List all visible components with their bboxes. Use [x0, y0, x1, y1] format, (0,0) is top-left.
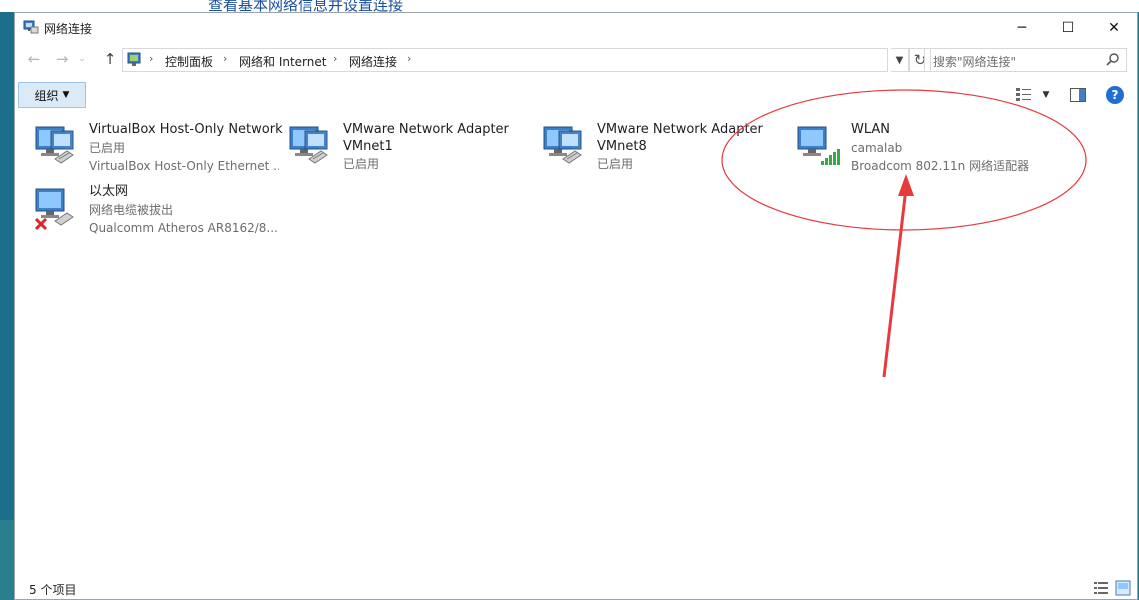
network-folder-icon [23, 19, 39, 35]
connection-status: 已启用 [343, 157, 380, 171]
address-dropdown-chevron-icon[interactable]: ▼ [891, 48, 909, 72]
list-item[interactable]: 以太网 网络电缆被拔出 Qualcomm Atheros AR8162/8... [33, 183, 283, 243]
connections-list: VirtualBox Host-Only Network 已启用 Virtual… [15, 115, 1137, 575]
address-input[interactable]: › 控制面板 › 网络和 Internet › 网络连接 › [122, 48, 888, 72]
disconnected-network-icon [33, 185, 81, 233]
breadcrumb-control-panel[interactable]: 控制面板 [165, 53, 213, 70]
preview-pane-icon[interactable] [1069, 85, 1087, 105]
connection-name: 以太网 [89, 184, 129, 199]
connection-name: WLAN [851, 122, 891, 137]
details-view-icon[interactable] [1093, 580, 1109, 596]
window-title: 网络连接 [44, 22, 93, 36]
recent-locations-chevron-icon[interactable]: ⌄ [75, 48, 89, 70]
breadcrumb-separator-icon[interactable]: › [149, 52, 153, 65]
connection-name: VMware Network Adapter [343, 122, 509, 137]
minimize-button[interactable]: ─ [999, 13, 1045, 43]
close-button[interactable]: ✕ [1091, 13, 1137, 43]
command-bar: 组织 ▼ ▼ ? [15, 79, 1137, 113]
title-bar: 网络连接 ─ ☐ ✕ [15, 13, 1137, 43]
wifi-network-icon [795, 123, 843, 171]
status-bar: 5 个项目 [15, 577, 1137, 599]
item-count: 5 个项目 [29, 583, 77, 597]
breadcrumb-network-internet[interactable]: 网络和 Internet [239, 53, 326, 70]
connection-adapter: Qualcomm Atheros AR8162/8... [89, 221, 278, 235]
connection-adapter: VirtualBox Host-Only Ethernet ... [89, 159, 279, 173]
change-view-icon[interactable] [1015, 85, 1033, 105]
list-item[interactable]: VMware Network Adapter VMnet8 已启用 [541, 121, 791, 181]
connection-name: VirtualBox Host-Only Network [89, 122, 283, 137]
maximize-button[interactable]: ☐ [1045, 13, 1091, 43]
breadcrumb-separator-icon[interactable]: › [407, 52, 411, 65]
up-arrow-icon[interactable]: ↑ [99, 48, 121, 70]
back-arrow-icon[interactable]: ← [23, 48, 45, 70]
breadcrumb-separator-icon[interactable]: › [223, 52, 227, 65]
background-window-strip [0, 0, 1139, 12]
control-panel-icon [127, 52, 143, 68]
search-placeholder: 搜索"网络连接" [933, 55, 1017, 69]
search-input[interactable]: 搜索"网络连接" [924, 48, 1127, 72]
wired-network-icon [33, 123, 81, 171]
connection-name-line2: VMnet8 [597, 139, 647, 154]
organize-button[interactable]: 组织 ▼ [18, 82, 86, 108]
connection-name: VMware Network Adapter [597, 122, 763, 137]
dropdown-caret-icon: ▼ [62, 90, 70, 100]
address-bar: ← → ⌄ ↑ › 控制面板 › 网络和 Internet › 网络连接 › ▼… [15, 45, 1137, 75]
connection-status: 已启用 [597, 157, 634, 171]
large-icons-view-icon[interactable] [1115, 580, 1131, 596]
list-item[interactable]: VirtualBox Host-Only Network 已启用 Virtual… [33, 121, 283, 181]
connection-name-line2: VMnet1 [343, 139, 393, 154]
organize-label: 组织 [34, 88, 59, 103]
help-icon[interactable]: ? [1105, 85, 1125, 105]
search-icon[interactable] [1106, 52, 1120, 66]
network-connections-window: 网络连接 ─ ☐ ✕ ← → ⌄ ↑ › 控制面板 › 网络和 Internet… [14, 12, 1138, 600]
list-item[interactable]: WLAN camalab Broadcom 802.11n 网络适配器 [795, 121, 1045, 181]
connection-status: 网络电缆被拔出 [89, 203, 174, 217]
wired-network-icon [541, 123, 589, 171]
connection-status: camalab [851, 141, 903, 155]
wired-network-icon [287, 123, 335, 171]
connection-adapter: Broadcom 802.11n 网络适配器 [851, 159, 1030, 173]
connection-status: 已启用 [89, 141, 126, 155]
forward-arrow-icon[interactable]: → [51, 48, 73, 70]
breadcrumb-network-connections[interactable]: 网络连接 [349, 53, 397, 70]
breadcrumb-separator-icon[interactable]: › [333, 52, 337, 65]
list-item[interactable]: VMware Network Adapter VMnet1 已启用 [287, 121, 537, 181]
view-options-chevron-icon[interactable]: ▼ [1039, 85, 1053, 105]
